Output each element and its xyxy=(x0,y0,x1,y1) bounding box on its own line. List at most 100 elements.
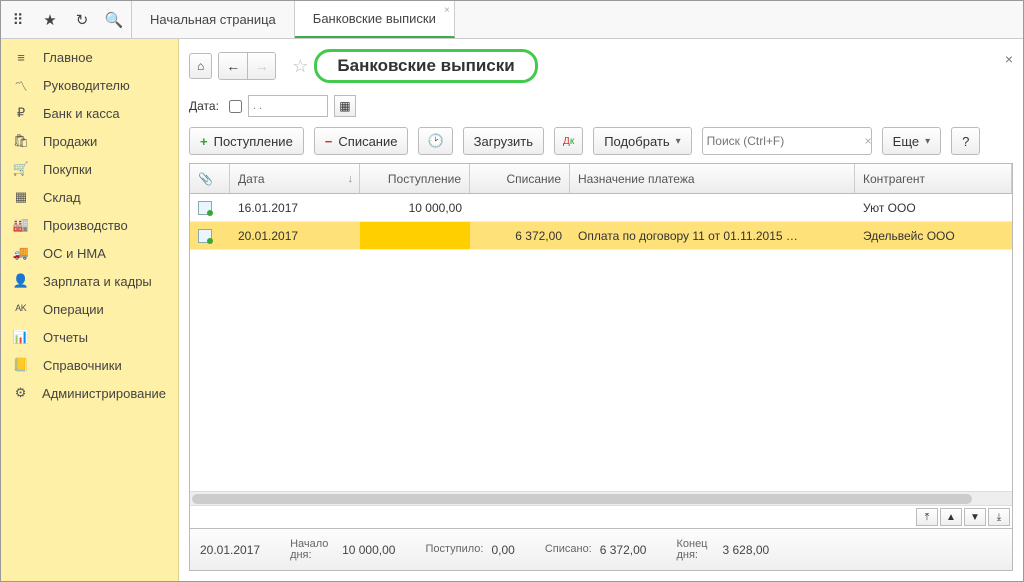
sidebar-item-directories[interactable]: 📒 Справочники xyxy=(1,351,178,379)
begin-value: 10 000,00 xyxy=(342,543,395,557)
col-date[interactable]: Дата xyxy=(230,164,360,193)
close-icon[interactable]: × xyxy=(444,5,450,16)
sidebar-item-bank[interactable]: ₽Банк и касса xyxy=(1,99,178,127)
tab-start-page[interactable]: Начальная страница xyxy=(132,1,295,38)
in-value: 0,00 xyxy=(491,543,514,557)
scroll-down-button[interactable]: ▼ xyxy=(964,508,986,526)
sidebar-item-purchases[interactable]: 🛒Покупки xyxy=(1,155,178,183)
back-button[interactable]: ← xyxy=(219,53,247,79)
sidebar-item-label: Производство xyxy=(43,218,128,233)
cell-desc xyxy=(570,194,855,221)
cell-out xyxy=(470,194,570,221)
table-row[interactable]: 20.01.2017 6 372,00 Оплата по договору 1… xyxy=(190,222,1012,250)
table-header: 📎 Дата Поступление Списание Назначение п… xyxy=(190,164,1012,194)
search-icon[interactable]: 🔍 xyxy=(105,11,123,29)
sidebar-item-label: Покупки xyxy=(43,162,92,177)
tab-label: Банковские выписки xyxy=(313,11,436,26)
sidebar-item-payroll[interactable]: 👤 Зарплата и кадры xyxy=(1,267,178,295)
date-input[interactable] xyxy=(248,95,328,117)
date-checkbox[interactable] xyxy=(229,100,242,113)
incoming-button[interactable]: +Поступление xyxy=(189,127,304,155)
home-icon: ⌂ xyxy=(197,59,204,73)
tab-bank-statements[interactable]: Банковские выписки × xyxy=(295,1,455,38)
sidebar-item-label: Зарплата и кадры xyxy=(43,274,152,289)
cell-date: 20.01.2017 xyxy=(230,222,360,249)
sidebar-item-main[interactable]: ≡Главное xyxy=(1,43,178,71)
sidebar-item-label: Отчеты xyxy=(43,330,88,345)
sidebar-item-label: Главное xyxy=(43,50,93,65)
status-date: 20.01.2017 xyxy=(200,543,260,557)
page-title-wrap: ☆ Банковские выписки xyxy=(292,49,537,83)
sidebar-item-label: Справочники xyxy=(43,358,122,373)
star-icon[interactable]: ★ xyxy=(41,11,59,29)
home-button[interactable]: ⌂ xyxy=(189,53,212,79)
sidebar-item-label: Продажи xyxy=(43,134,97,149)
sidebar-item-admin[interactable]: ⚙Администрирование xyxy=(1,379,178,407)
reload-icon: 🕑 xyxy=(427,133,443,149)
truck-icon: 🚚 xyxy=(13,245,29,261)
forward-button[interactable]: → xyxy=(247,53,275,79)
main-panel: × ⌂ ← → ☆ Банковские выписки Дата: ▦ +По… xyxy=(179,39,1023,581)
col-counterparty[interactable]: Контрагент xyxy=(855,164,1012,193)
dk-icon: Дк xyxy=(563,136,574,147)
scroll-thumb[interactable] xyxy=(192,494,972,504)
in-label: Поступило: xyxy=(425,544,483,555)
col-incoming[interactable]: Поступление xyxy=(360,164,470,193)
reload-button[interactable]: 🕑 xyxy=(418,127,452,155)
tab-label: Начальная страница xyxy=(150,12,276,27)
h-scrollbar[interactable] xyxy=(190,491,1012,505)
page-title: Банковские выписки xyxy=(314,49,537,83)
search-input[interactable] xyxy=(707,134,862,148)
pick-button[interactable]: Подобрать xyxy=(593,127,691,155)
book-icon: 📒 xyxy=(13,357,29,373)
close-panel-icon[interactable]: × xyxy=(1005,51,1013,67)
scroll-top-button[interactable]: ⤒ xyxy=(916,508,938,526)
sidebar-item-sales[interactable]: 🛍Продажи xyxy=(1,127,178,155)
table-row[interactable]: 16.01.2017 10 000,00 Уют ООО xyxy=(190,194,1012,222)
cell-contr: Эдельвейс ООО xyxy=(855,222,1012,249)
col-description[interactable]: Назначение платежа xyxy=(570,164,855,193)
help-button[interactable]: ? xyxy=(951,127,980,155)
money-icon: ₽ xyxy=(13,105,29,121)
history-icon[interactable]: ↻ xyxy=(73,11,91,29)
more-button[interactable]: Еще xyxy=(882,127,941,155)
filter-row: Дата: ▦ xyxy=(189,95,1013,117)
begin-label: Начало дня: xyxy=(290,539,334,561)
button-label: Поступление xyxy=(214,134,293,149)
col-outgoing[interactable]: Списание xyxy=(470,164,570,193)
search-box: × xyxy=(702,127,872,155)
col-attach[interactable]: 📎 xyxy=(190,164,230,193)
table-body: 16.01.2017 10 000,00 Уют ООО 20.01.2017 … xyxy=(190,194,1012,491)
toolbar: +Поступление −Списание 🕑 Загрузить Дк По… xyxy=(189,127,1013,155)
chart-icon: 〽 xyxy=(13,77,29,93)
calendar-button[interactable]: ▦ xyxy=(334,95,356,117)
cell-in: 10 000,00 xyxy=(360,194,470,221)
button-label: Списание xyxy=(338,134,397,149)
apps-icon[interactable]: ⠿ xyxy=(9,11,27,29)
favorite-icon[interactable]: ☆ xyxy=(292,56,308,77)
sidebar-item-operations[interactable]: ᴬᴷОперации xyxy=(1,295,178,323)
sidebar-item-label: Руководителю xyxy=(43,78,130,93)
outgoing-button[interactable]: −Списание xyxy=(314,127,409,155)
scroll-bottom-button[interactable]: ⤓ xyxy=(988,508,1010,526)
sidebar-item-manager[interactable]: 〽 Руководителю xyxy=(1,71,178,99)
scroll-up-button[interactable]: ▲ xyxy=(940,508,962,526)
grid-icon: ▦ xyxy=(13,189,29,205)
sidebar-item-production[interactable]: 🏭 Производство xyxy=(1,211,178,239)
sidebar-item-assets[interactable]: 🚚ОС и НМА xyxy=(1,239,178,267)
sidebar-item-reports[interactable]: 📊 Отчеты xyxy=(1,323,178,351)
sidebar-item-warehouse[interactable]: ▦Склад xyxy=(1,183,178,211)
dk-button[interactable]: Дк xyxy=(554,127,583,155)
load-button[interactable]: Загрузить xyxy=(463,127,544,155)
gear-icon: ⚙ xyxy=(13,385,28,401)
out-label: Списано: xyxy=(545,544,592,555)
date-label: Дата: xyxy=(189,99,219,113)
ops-icon: ᴬᴷ xyxy=(13,301,29,317)
scroll-nav: ⤒ ▲ ▼ ⤓ xyxy=(190,505,1012,528)
button-label: Загрузить xyxy=(474,134,533,149)
person-icon: 👤 xyxy=(13,273,29,289)
bars-icon: 📊 xyxy=(13,329,29,345)
minus-icon: − xyxy=(325,134,333,149)
clear-search-icon[interactable]: × xyxy=(862,134,875,148)
factory-icon: 🏭 xyxy=(13,217,29,233)
